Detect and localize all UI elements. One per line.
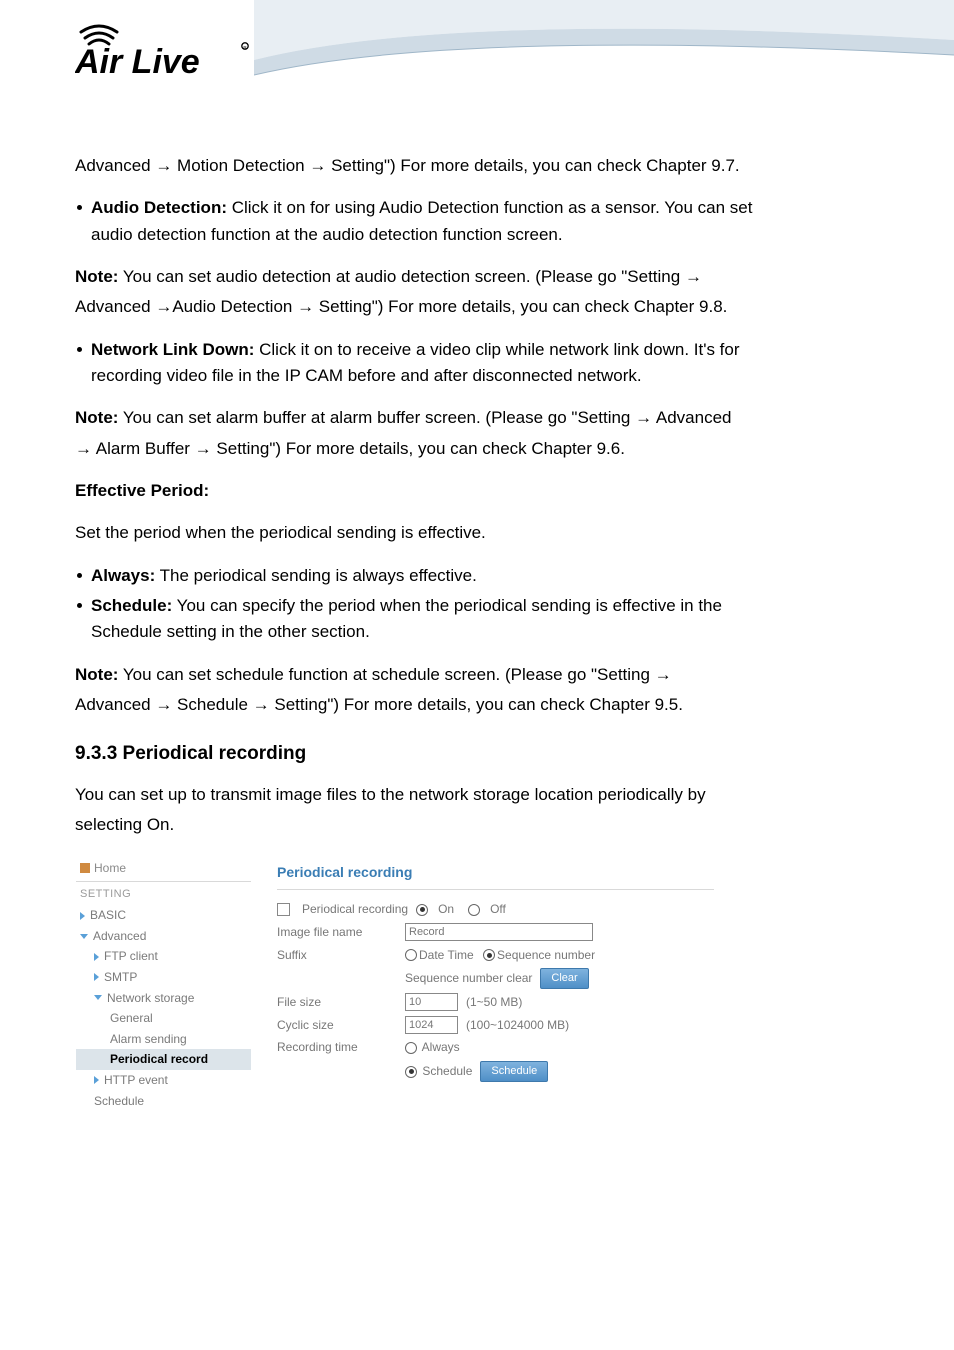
note-audio-detection-l1: Note: You can set audio detection at aud… <box>75 264 879 290</box>
note-alarm-buffer-l1: Note: You can set alarm buffer at alarm … <box>75 405 879 431</box>
chevron-down-icon <box>80 934 88 939</box>
airlive-logo: Air Live R <box>75 18 954 85</box>
svg-text:Air Live: Air Live <box>75 43 200 80</box>
bullet-schedule: Schedule: You can specify the period whe… <box>75 593 879 646</box>
effective-period-heading: Effective Period: <box>75 478 879 504</box>
nav-smtp[interactable]: SMTP <box>76 967 251 988</box>
nav-schedule[interactable]: Schedule <box>76 1091 251 1112</box>
nav-ftp-client[interactable]: FTP client <box>76 946 251 967</box>
cyclic-size-unit: (100~1024000 MB) <box>466 1016 569 1035</box>
chevron-right-icon <box>80 912 85 920</box>
file-size-input[interactable]: 10 <box>405 993 458 1011</box>
recording-time-label: Recording time <box>277 1038 397 1057</box>
cyclic-size-label: Cyclic size <box>277 1016 397 1035</box>
nav-http-event[interactable]: HTTP event <box>76 1070 251 1091</box>
note-audio-detection-l2: Advanced →Audio Detection → Setting") Fo… <box>75 294 879 320</box>
radio-off[interactable] <box>468 904 480 916</box>
periodical-checkbox[interactable] <box>277 903 290 916</box>
note-alarm-buffer-l2: → Alarm Buffer → Setting") For more deta… <box>75 436 879 462</box>
image-file-name-label: Image file name <box>277 923 397 942</box>
radio-sequence-number[interactable] <box>483 949 495 961</box>
radio-date-time[interactable] <box>405 949 417 961</box>
radio-schedule[interactable] <box>405 1066 417 1078</box>
note-schedule-l1: Note: You can set schedule function at s… <box>75 662 879 688</box>
section-heading-9-3-3: 9.3.3 Periodical recording <box>75 739 879 768</box>
nav-basic[interactable]: BASIC <box>76 905 251 926</box>
file-size-label: File size <box>277 993 397 1012</box>
bullet-audio-detection: Audio Detection: Click it on for using A… <box>75 195 879 248</box>
note-schedule-l2: Advanced → Schedule → Setting") For more… <box>75 692 879 718</box>
clear-button[interactable]: Clear <box>540 968 588 989</box>
chevron-right-icon <box>94 953 99 961</box>
radio-on[interactable] <box>416 904 428 916</box>
image-file-name-input[interactable]: Record <box>405 923 593 941</box>
chevron-down-icon <box>94 995 102 1000</box>
nav-home[interactable]: Home <box>76 857 251 883</box>
effective-period-desc: Set the period when the periodical sendi… <box>75 520 879 546</box>
section-paragraph-l2: selecting On. <box>75 812 879 838</box>
cyclic-size-input[interactable]: 1024 <box>405 1016 458 1034</box>
off-label: Off <box>490 900 506 919</box>
home-icon <box>80 863 90 873</box>
radio-always[interactable] <box>405 1042 417 1054</box>
file-size-unit: (1~50 MB) <box>466 993 522 1012</box>
nav-network-storage[interactable]: Network storage <box>76 988 251 1009</box>
always-label: Always <box>422 1040 460 1054</box>
nav-periodical-record[interactable]: Periodical record <box>76 1049 251 1070</box>
nav-advanced[interactable]: Advanced <box>76 926 251 947</box>
chevron-right-icon <box>94 1076 99 1084</box>
sequence-number-label: Sequence number <box>497 948 595 962</box>
date-time-label: Date Time <box>419 948 474 962</box>
panel-title: Periodical recording <box>277 856 714 891</box>
schedule-button[interactable]: Schedule <box>480 1061 548 1082</box>
nav-setting-label: SETTING <box>76 882 251 905</box>
paragraph-continuation: Advanced → Motion Detection → Setting") … <box>75 153 879 179</box>
nav-alarm-sending[interactable]: Alarm sending <box>76 1029 251 1050</box>
on-label: On <box>438 900 454 919</box>
nav-general[interactable]: General <box>76 1008 251 1029</box>
periodical-recording-label: Periodical recording <box>302 900 408 919</box>
section-paragraph-l1: You can set up to transmit image files t… <box>75 782 879 808</box>
bullet-network-link-down: Network Link Down: Click it on to receiv… <box>75 337 879 390</box>
suffix-label: Suffix <box>277 946 397 965</box>
bullet-always: Always: The periodical sending is always… <box>75 563 879 589</box>
sequence-number-clear-label: Sequence number clear <box>405 969 532 988</box>
schedule-label: Schedule <box>422 1064 472 1078</box>
row-periodical-toggle: Periodical recording On Off <box>277 898 714 921</box>
chevron-right-icon <box>94 973 99 981</box>
embedded-ui-screenshot: Home SETTING BASIC Advanced FTP client S… <box>75 855 715 1113</box>
